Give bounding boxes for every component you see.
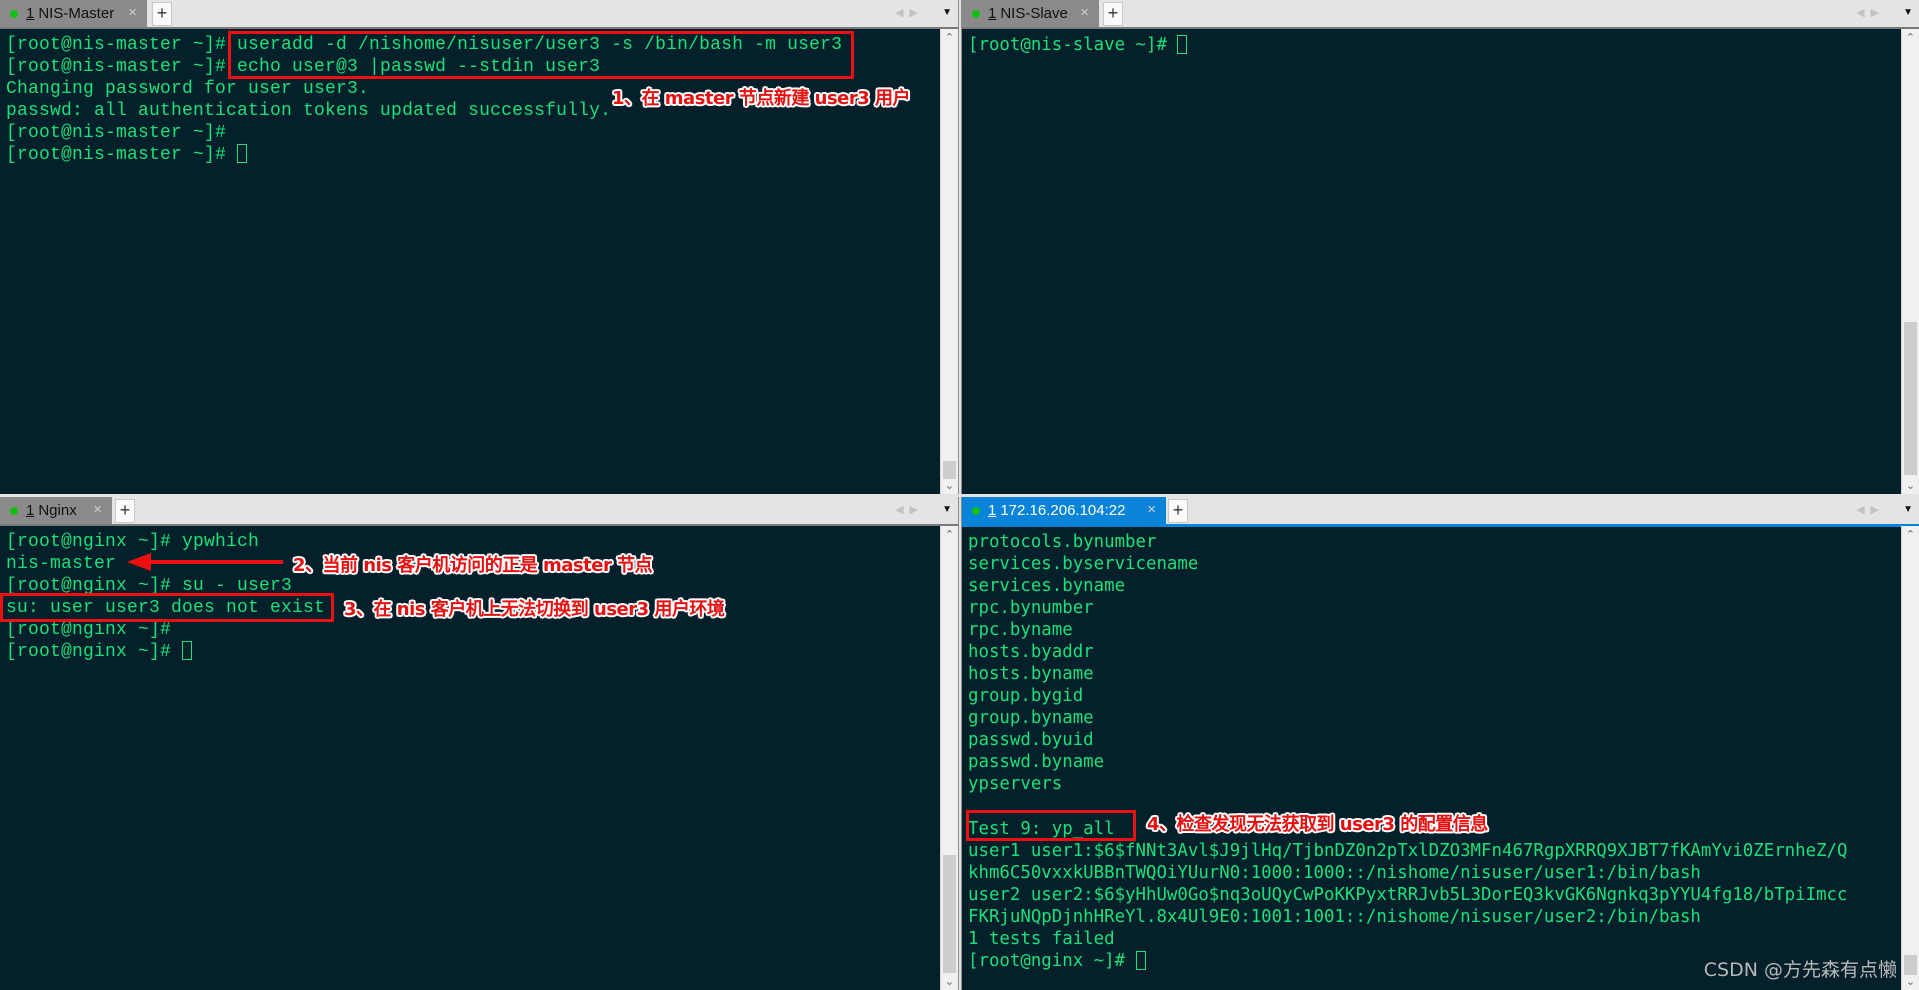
prompt: [root@nginx ~]# (968, 951, 1136, 971)
prompt: [root@nginx ~]# (6, 642, 183, 662)
tab-nis-master[interactable]: 1 NIS-Master × (0, 0, 147, 27)
tab-scroll-arrows[interactable]: ◀▶ (895, 6, 924, 19)
new-tab-button[interactable]: + (115, 499, 135, 523)
cursor (1135, 951, 1146, 970)
annotation-2: 2、当前 nis 客户机访问的正是 master 节点 (293, 555, 653, 576)
close-icon[interactable]: × (1080, 4, 1089, 21)
annotation-3: 3、在 nis 客户机上无法切换到 user3 用户环境 (344, 599, 725, 620)
terminal-line: 1 tests failed (968, 929, 1115, 949)
scroll-thumb[interactable] (943, 855, 956, 973)
annotation-4: 4、检查发现无法获取到 user3 的配置信息 (1147, 814, 1488, 835)
close-icon[interactable]: × (93, 501, 102, 518)
tab-scroll-arrows[interactable]: ◀▶ (1856, 6, 1885, 19)
tab-menu-icon[interactable]: ▼ (942, 7, 952, 18)
terminal-line: passwd.byname (968, 752, 1105, 772)
terminal-line: passwd.byuid (968, 730, 1094, 750)
scroll-up-icon[interactable]: ⌃ (941, 528, 958, 541)
terminal-line: [root@nis-master ~]# (6, 123, 227, 143)
tab-title: 172.16.206.104:22 (1000, 502, 1126, 519)
pane-nis-slave: 1 NIS-Slave × + ◀▶ ▼ [root@nis-slave ~]#… (962, 0, 1919, 494)
terminal-line: khm6C50vxxkUBBnTWQOiYUurN0:1000:1000::/n… (968, 863, 1701, 883)
tab-bar: 1 172.16.206.104:22 × + ◀▶ ▼ (962, 497, 1919, 527)
prompt: [root@nis-slave ~]# (968, 35, 1178, 55)
terminal-line: rpc.bynumber (968, 598, 1094, 618)
arrow-annotation-icon (127, 553, 283, 571)
highlight-box-commands (228, 31, 854, 79)
scroll-up-icon[interactable]: ⌃ (1902, 528, 1919, 541)
terminal-nis-slave[interactable]: [root@nis-slave ~]# (962, 29, 1902, 494)
highlight-box-error (0, 593, 334, 622)
terminal-line: hosts.byaddr (968, 642, 1094, 662)
scroll-thumb[interactable] (1904, 322, 1917, 475)
terminal-line: ypservers (968, 774, 1063, 794)
scrollbar[interactable]: ⌃ ⌄ (1901, 29, 1919, 494)
tab-scroll-arrows[interactable]: ◀▶ (1856, 503, 1885, 516)
terminal-line: services.byservicename (968, 554, 1199, 574)
pane-remote-host: 1 172.16.206.104:22 × + ◀▶ ▼ protocols.b… (962, 497, 1919, 990)
pane-nis-master: 1 NIS-Master × + ◀▶ ▼ [root@nis-master ~… (0, 0, 958, 494)
scroll-thumb[interactable] (1904, 955, 1917, 975)
tab-title: NIS-Slave (1000, 5, 1068, 22)
terminal-prompt-line: [root@nis-slave ~]# (962, 34, 1902, 56)
scroll-up-icon[interactable]: ⌃ (941, 31, 958, 44)
tab-menu-icon[interactable]: ▼ (1903, 504, 1913, 515)
tab-title: Nginx (38, 502, 77, 519)
terminal-prompt-line: [root@nis-master ~]# (0, 144, 941, 166)
cursor (237, 144, 248, 163)
tab-number: 1 (988, 5, 997, 22)
terminal-remote-host[interactable]: protocols.bynumber services.byservicenam… (962, 527, 1902, 990)
tab-number: 1 (988, 502, 997, 519)
terminal-line: user1 user1:$6$fNNt3Avl$J9jlHq/TjbnDZ0n2… (968, 841, 1848, 861)
terminal-line: [root@nginx ~]# ypwhich (6, 532, 260, 552)
terminal-line: FKRjuNQpDjnhHReYl.8x4Ul9E0:1001:1001::/n… (968, 907, 1701, 927)
scrollbar[interactable]: ⌃ ⌄ (940, 526, 958, 990)
terminal-line: group.bygid (968, 686, 1084, 706)
terminal-line: [root@nginx ~]# (6, 620, 172, 640)
tab-bar: 1 NIS-Master × + ◀▶ ▼ (0, 0, 958, 29)
prompt: [root@nis-master ~]# (6, 145, 238, 165)
tab-scroll-arrows[interactable]: ◀▶ (895, 503, 924, 516)
cursor (1177, 35, 1188, 54)
highlight-box-test9 (966, 810, 1136, 841)
horizontal-splitter[interactable] (0, 494, 1919, 497)
status-dot-icon (10, 9, 18, 18)
scroll-down-icon[interactable]: ⌄ (1902, 975, 1919, 988)
terminal-prompt-line: [root@nginx ~]# (0, 641, 941, 663)
tab-title: NIS-Master (38, 5, 115, 22)
scroll-down-icon[interactable]: ⌄ (941, 975, 958, 988)
tab-nginx[interactable]: 1 Nginx × (0, 497, 112, 524)
status-dot-icon (972, 9, 980, 18)
tab-bar: 1 Nginx × + ◀▶ ▼ (0, 497, 958, 526)
tab-number: 1 (26, 502, 35, 519)
terminal-line: services.byname (968, 576, 1126, 596)
scroll-down-icon[interactable]: ⌄ (941, 479, 958, 492)
terminal-line: hosts.byname (968, 664, 1094, 684)
cursor (182, 641, 193, 660)
scroll-thumb[interactable] (943, 461, 956, 479)
new-tab-button[interactable]: + (152, 2, 172, 26)
close-icon[interactable]: × (1147, 501, 1156, 518)
tab-bar: 1 NIS-Slave × + ◀▶ ▼ (962, 0, 1919, 29)
status-dot-icon (972, 506, 980, 515)
tab-remote-host[interactable]: 1 172.16.206.104:22 × (962, 497, 1166, 524)
terminal-line: rpc.byname (968, 620, 1073, 640)
terminal-line: group.byname (968, 708, 1094, 728)
new-tab-button[interactable]: + (1103, 2, 1123, 26)
tab-nis-slave[interactable]: 1 NIS-Slave × (962, 0, 1099, 27)
tab-menu-icon[interactable]: ▼ (1903, 7, 1913, 18)
new-tab-button[interactable]: + (1168, 499, 1188, 523)
scrollbar[interactable]: ⌃ ⌄ (1901, 526, 1919, 990)
tab-number: 1 (26, 5, 35, 22)
status-dot-icon (10, 506, 18, 515)
scroll-down-icon[interactable]: ⌄ (1902, 479, 1919, 492)
scroll-up-icon[interactable]: ⌃ (1902, 31, 1919, 44)
pane-nginx: 1 Nginx × + ◀▶ ▼ [root@nginx ~]# ypwhich… (0, 497, 958, 990)
close-icon[interactable]: × (128, 4, 137, 21)
annotation-1: 1、在 master 节点新建 user3 用户 (612, 88, 911, 109)
scrollbar[interactable]: ⌃ ⌄ (940, 29, 958, 494)
terminal-line: user2 user2:$6$yHhUw0Go$nq3oUQyCwPoKKPyx… (968, 885, 1848, 905)
watermark: CSDN @方先森有点懒 (1703, 959, 1897, 981)
terminal-line: protocols.bynumber (968, 532, 1157, 552)
tab-menu-icon[interactable]: ▼ (942, 504, 952, 515)
